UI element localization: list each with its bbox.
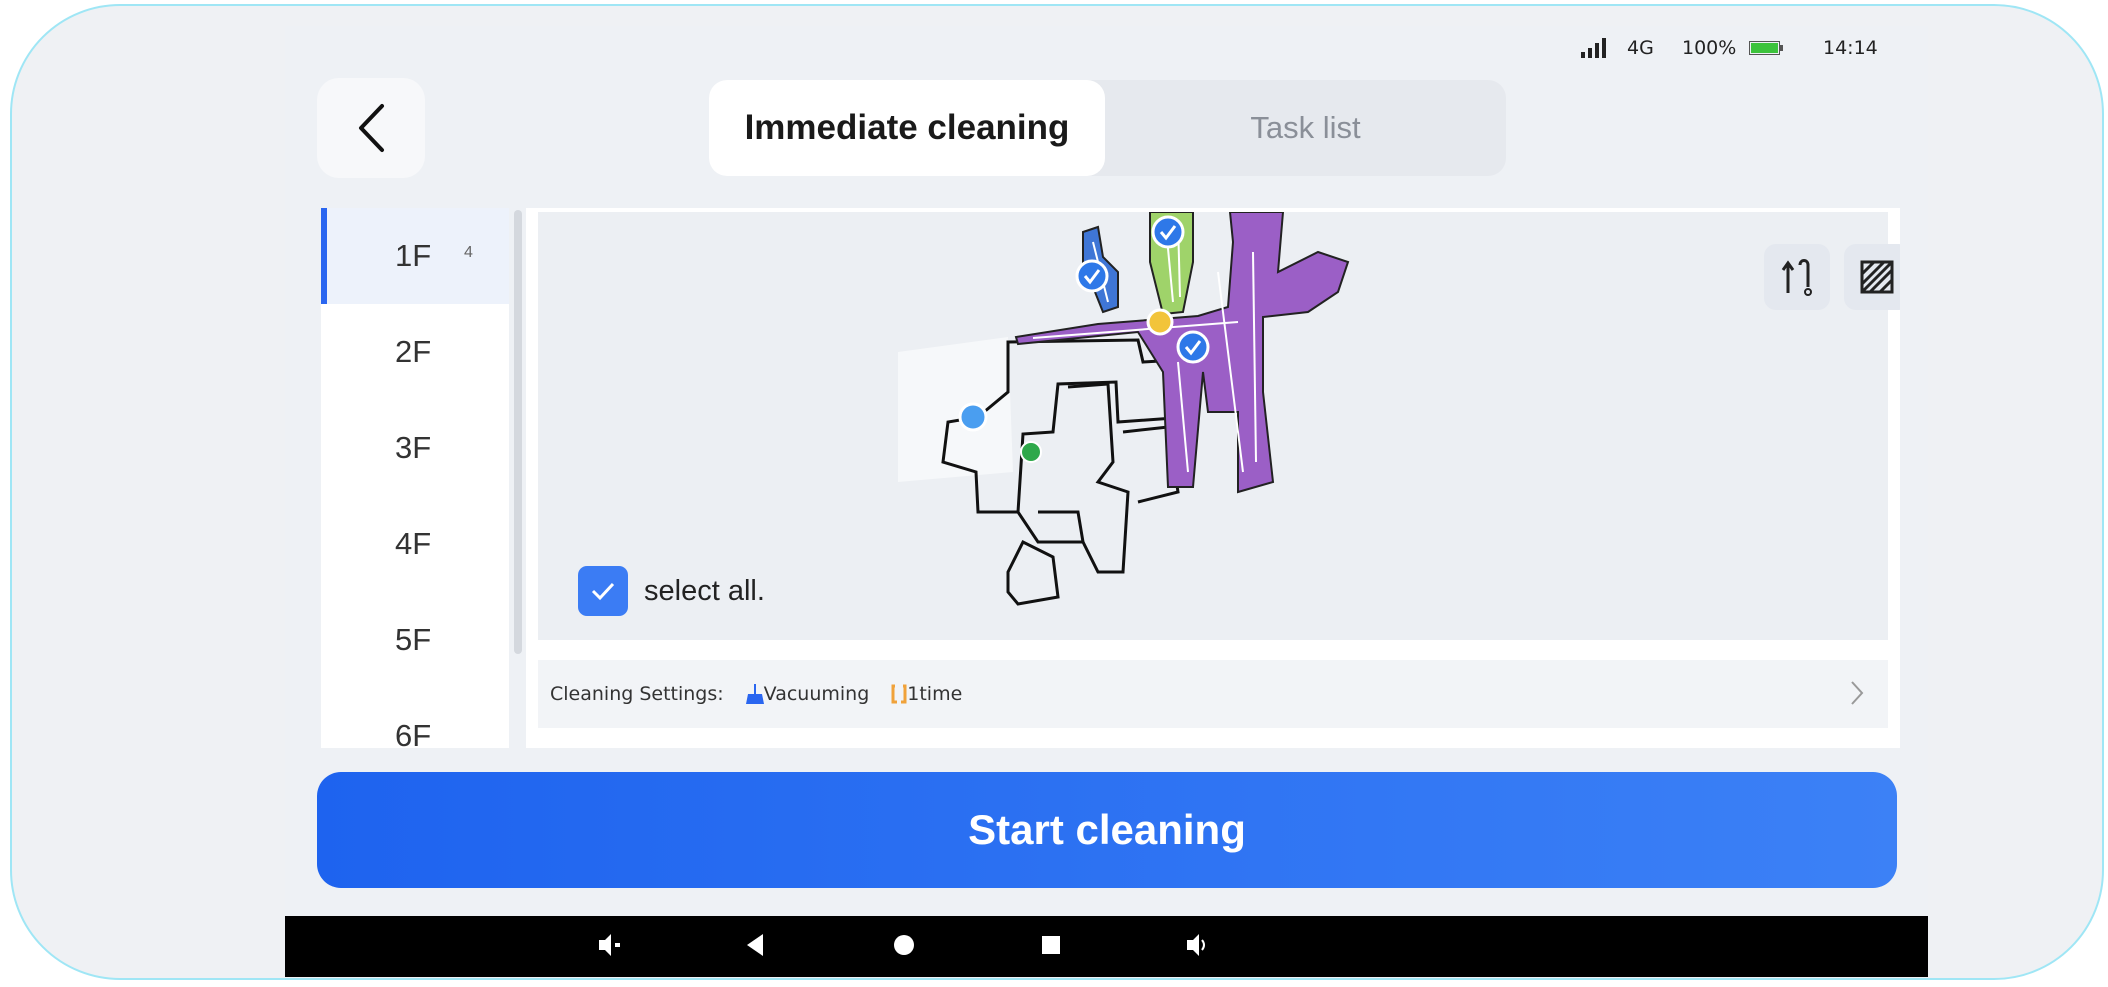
floor-room-count: 4 xyxy=(464,244,473,261)
network-type: 4G xyxy=(1627,37,1654,59)
floor-label: 3F xyxy=(395,430,432,465)
floor-item-3f[interactable]: 3F xyxy=(321,400,509,496)
tab-task-list[interactable]: Task list xyxy=(1105,80,1506,176)
floor-map[interactable]: select all. xyxy=(538,212,1900,640)
mode-tabs: Immediate cleaning Task list xyxy=(709,80,1506,176)
floor-label: 4F xyxy=(395,526,432,561)
map-panel: select all. Cleaning Settings: Vacuuming xyxy=(526,208,1900,748)
checkmark-icon xyxy=(591,582,615,601)
hatch-pattern-icon xyxy=(1860,260,1894,294)
cleaning-settings-label: Cleaning Settings: xyxy=(550,683,724,705)
battery-percent: 100% xyxy=(1682,37,1737,59)
floor-label: 5F xyxy=(395,622,432,657)
screen: 4G 100% 14:14 Immediate cleaning Task li… xyxy=(285,26,1928,977)
volume-down-icon[interactable] xyxy=(597,930,621,960)
volume-up-icon[interactable] xyxy=(1185,930,1211,960)
signal-bars-icon xyxy=(1581,38,1606,58)
floor-label: 2F xyxy=(395,334,432,369)
broom-icon xyxy=(745,684,764,704)
floor-item-4f[interactable]: 4F xyxy=(321,496,509,592)
floor-label: 1F xyxy=(395,238,432,273)
floor-item-1f[interactable]: 1F 4 xyxy=(321,208,509,304)
recents-square-icon[interactable] xyxy=(1038,930,1064,960)
battery-icon xyxy=(1749,41,1783,55)
pattern-toggle-button[interactable] xyxy=(1844,244,1900,310)
system-nav-bar xyxy=(285,916,1928,977)
chevron-left-icon xyxy=(359,104,384,152)
scan-area xyxy=(898,337,1013,482)
status-bar: 4G 100% 14:14 xyxy=(285,26,1928,70)
floor-item-2f[interactable]: 2F xyxy=(321,304,509,400)
floor-item-5f[interactable]: 5F xyxy=(321,592,509,688)
floor-item-6f[interactable]: 6F xyxy=(321,688,509,748)
charging-dock-marker xyxy=(1146,308,1174,336)
select-all-checkbox[interactable] xyxy=(578,566,628,616)
select-all-label: select all. xyxy=(644,574,765,607)
repeat-icon xyxy=(891,684,907,704)
start-cleaning-button[interactable]: Start cleaning xyxy=(317,772,1897,888)
tab-immediate-cleaning[interactable]: Immediate cleaning xyxy=(709,80,1105,176)
clock: 14:14 xyxy=(1823,37,1878,59)
cleaning-mode-label: Vacuuming xyxy=(763,683,870,705)
cleaning-settings-row[interactable]: Cleaning Settings: Vacuuming 1time xyxy=(538,660,1888,728)
back-triangle-icon[interactable] xyxy=(743,930,765,960)
floor-list-scrollbar[interactable] xyxy=(514,210,522,654)
robot-start-marker xyxy=(1020,441,1042,463)
cleaning-mode: Vacuuming xyxy=(745,683,870,705)
route-toggle-button[interactable] xyxy=(1764,244,1830,310)
home-circle-icon[interactable] xyxy=(889,930,919,960)
chevron-right-icon xyxy=(1851,681,1864,705)
cleaning-times: 1time xyxy=(891,683,962,705)
back-button[interactable] xyxy=(317,78,425,178)
tablet-frame: 4G 100% 14:14 Immediate cleaning Task li… xyxy=(10,4,2104,980)
floor-label: 6F xyxy=(395,718,432,748)
select-all-control[interactable]: select all. xyxy=(578,566,765,616)
route-icon xyxy=(1781,259,1812,296)
cleaning-times-label: 1time xyxy=(907,683,963,705)
robot-marker xyxy=(958,402,988,432)
floor-list: 1F 4 2F 3F 4F 5F 6F xyxy=(321,208,509,748)
